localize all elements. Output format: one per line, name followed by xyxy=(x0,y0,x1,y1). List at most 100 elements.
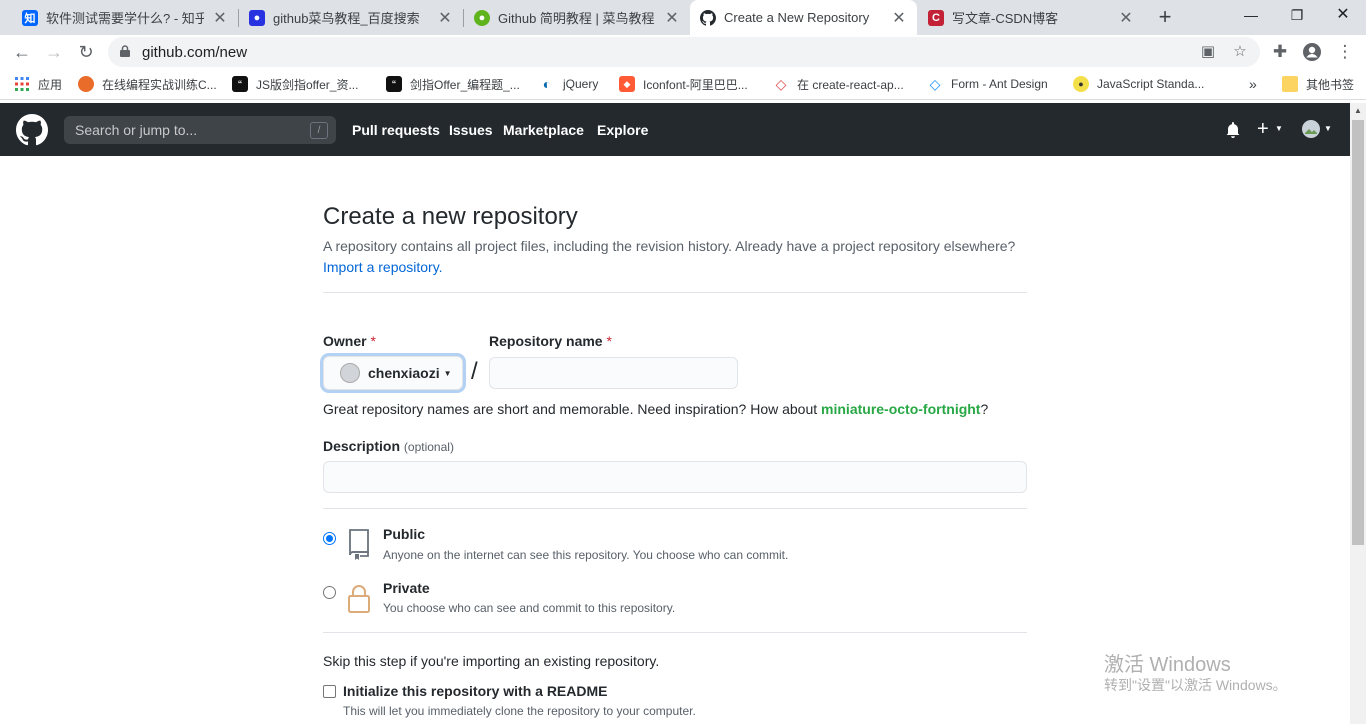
jquery-icon: ◐ xyxy=(542,76,552,92)
page-title: Create a new repository xyxy=(323,203,578,230)
profile-avatar-icon[interactable] xyxy=(1299,39,1325,65)
readme-label[interactable]: Initialize this repository with a README xyxy=(343,683,607,699)
zhihu-icon: 知 xyxy=(22,9,38,26)
bookmark-label: Iconfont-阿里巴巴... xyxy=(643,77,748,92)
reload-icon[interactable]: ↻ xyxy=(73,39,99,65)
translate-icon[interactable]: ▣ xyxy=(1198,42,1218,62)
extensions-puzzle-icon[interactable]: ✚ xyxy=(1267,39,1293,65)
owner-repo-separator: / xyxy=(471,358,478,385)
close-icon[interactable]: ✕ xyxy=(212,8,228,28)
subtitle-text: A repository contains all project files,… xyxy=(323,238,1016,254)
browser-tab-github-active[interactable]: Create a New Repository ✕ xyxy=(690,0,917,35)
private-title: Private xyxy=(383,580,430,596)
scroll-up-arrow-icon[interactable]: ▲ xyxy=(1350,103,1366,119)
bookmark-label: 剑指Offer_编程题_... xyxy=(410,77,520,92)
bookmarks-bar: 应用 在线编程实战训练C... “ JS版剑指offer_资... “ 剑指Of… xyxy=(0,69,1366,100)
forward-arrow-icon[interactable]: → xyxy=(41,39,67,65)
baidu-paw-icon: ● xyxy=(249,9,265,26)
github-header: Search or jump to... / Pull requests Iss… xyxy=(0,103,1350,156)
bookmark-label: JS版剑指offer_资... xyxy=(256,77,359,92)
star-bookmark-icon[interactable]: ☆ xyxy=(1230,42,1250,62)
bookmark-item[interactable]: ◇ Form - Ant Design xyxy=(927,75,1048,93)
more-bookmarks-chevron-icon[interactable]: » xyxy=(1249,75,1257,93)
close-icon[interactable]: ✕ xyxy=(664,8,680,28)
window-close-icon[interactable]: ✕ xyxy=(1320,0,1366,32)
bookmark-item[interactable]: ◐ jQuery xyxy=(539,75,599,93)
bookmark-label: JavaScript Standa... xyxy=(1097,77,1205,91)
bookmark-item[interactable]: “ JS版剑指offer_资... xyxy=(232,75,358,93)
divider xyxy=(323,508,1027,509)
lock-icon xyxy=(120,45,130,57)
owner-label-text: Owner xyxy=(323,333,367,349)
browser-tab-baidu[interactable]: ● github菜鸟教程_百度搜索 ✕ xyxy=(239,0,463,35)
readme-description: This will let you immediately clone the … xyxy=(343,704,696,718)
bookmark-item[interactable]: “ 剑指Offer_编程题_... xyxy=(386,75,520,93)
import-repository-link[interactable]: Import a repository. xyxy=(323,259,443,275)
bookmark-apps[interactable]: 应用 xyxy=(14,75,62,93)
repo-name-hint: Great repository names are short and mem… xyxy=(323,401,988,417)
description-label-text: Description xyxy=(323,438,401,454)
folder-icon xyxy=(1282,76,1298,92)
url-text: github.com/new xyxy=(142,44,248,61)
antd-icon: ◇ xyxy=(929,75,941,92)
bookmark-item[interactable]: ◆ Iconfont-阿里巴巴... xyxy=(619,75,748,93)
search-shortcut-key: / xyxy=(310,122,328,139)
divider xyxy=(323,632,1027,633)
browser-tab-csdn[interactable]: C 写文章-CSDN博客 ✕ xyxy=(918,0,1144,35)
hint-suffix: ? xyxy=(980,401,989,417)
tab-title: Create a New Repository xyxy=(724,10,870,25)
bookmark-favicon xyxy=(78,76,94,92)
public-radio[interactable] xyxy=(323,532,336,545)
repository-name-input[interactable] xyxy=(489,357,738,389)
restore-icon[interactable]: ❐ xyxy=(1274,0,1320,32)
browser-tab-zhihu[interactable]: 知 软件测试需要学什么? - 知乎 ✕ xyxy=(12,0,238,35)
windows-activation-title: 激活 Windows xyxy=(1104,654,1231,676)
suggested-repo-name[interactable]: miniature-octo-fortnight xyxy=(821,401,980,417)
browser-tab-strip: 知 软件测试需要学什么? - 知乎 ✕ ● github菜鸟教程_百度搜索 ✕ … xyxy=(0,0,1366,35)
owner-name: chenxiaozi xyxy=(368,365,440,381)
chevron-down-icon[interactable]: ▼ xyxy=(1275,124,1283,133)
repo-book-icon xyxy=(349,529,369,560)
address-bar[interactable]: github.com/new ▣ ☆ xyxy=(108,37,1260,67)
required-marker: * xyxy=(370,333,376,349)
chevron-down-icon[interactable]: ▼ xyxy=(1324,124,1332,133)
nav-issues[interactable]: Issues xyxy=(449,122,493,138)
create-new-plus-icon[interactable]: + xyxy=(1257,118,1269,141)
lock-icon xyxy=(348,585,370,613)
github-icon xyxy=(700,9,716,26)
user-avatar[interactable] xyxy=(1301,119,1321,143)
minimize-icon[interactable]: — xyxy=(1228,0,1274,32)
bookmark-item[interactable]: ● JavaScript Standa... xyxy=(1073,75,1204,93)
new-tab-plus-icon[interactable]: + xyxy=(1152,5,1178,31)
bookmark-label: Form - Ant Design xyxy=(951,77,1048,91)
nav-pull-requests[interactable]: Pull requests xyxy=(352,122,440,138)
close-icon[interactable]: ✕ xyxy=(1118,8,1134,28)
private-radio[interactable] xyxy=(323,586,336,599)
bookmark-favicon: “ xyxy=(232,76,248,92)
description-input[interactable] xyxy=(323,461,1027,493)
page-subtitle: A repository contains all project files,… xyxy=(323,236,1027,278)
bookmark-favicon: “ xyxy=(386,76,402,92)
github-logo-icon[interactable] xyxy=(16,114,48,146)
page-scrollbar[interactable]: ▲ xyxy=(1350,103,1366,724)
bookmark-item[interactable]: 在线编程实战训练C... xyxy=(78,75,217,93)
github-search-input[interactable]: Search or jump to... / xyxy=(64,116,336,144)
close-icon[interactable]: ✕ xyxy=(891,8,907,28)
nav-marketplace[interactable]: Marketplace xyxy=(503,122,584,138)
scroll-thumb[interactable] xyxy=(1352,120,1364,545)
close-icon[interactable]: ✕ xyxy=(437,8,453,28)
browser-menu-icon[interactable]: ⋮ xyxy=(1332,39,1358,65)
required-marker: * xyxy=(606,333,612,349)
readme-checkbox[interactable] xyxy=(323,685,336,698)
private-description: You choose who can see and commit to thi… xyxy=(383,601,676,615)
owner-label: Owner * xyxy=(323,333,376,349)
back-arrow-icon[interactable]: ← xyxy=(9,39,35,65)
owner-select-button[interactable]: chenxiaozi ▼ xyxy=(323,356,463,390)
nav-explore[interactable]: Explore xyxy=(597,122,648,138)
other-bookmarks[interactable]: 其他书签 xyxy=(1282,75,1354,93)
bookmark-item[interactable]: ◇ 在 create-react-ap... xyxy=(773,75,904,93)
browser-tab-runoob[interactable]: ● Github 简明教程 | 菜鸟教程 ✕ xyxy=(464,0,690,35)
runoob-icon: ● xyxy=(474,9,490,26)
skip-step-note: Skip this step if you're importing an ex… xyxy=(323,653,660,669)
notification-bell-icon[interactable] xyxy=(1225,122,1241,138)
